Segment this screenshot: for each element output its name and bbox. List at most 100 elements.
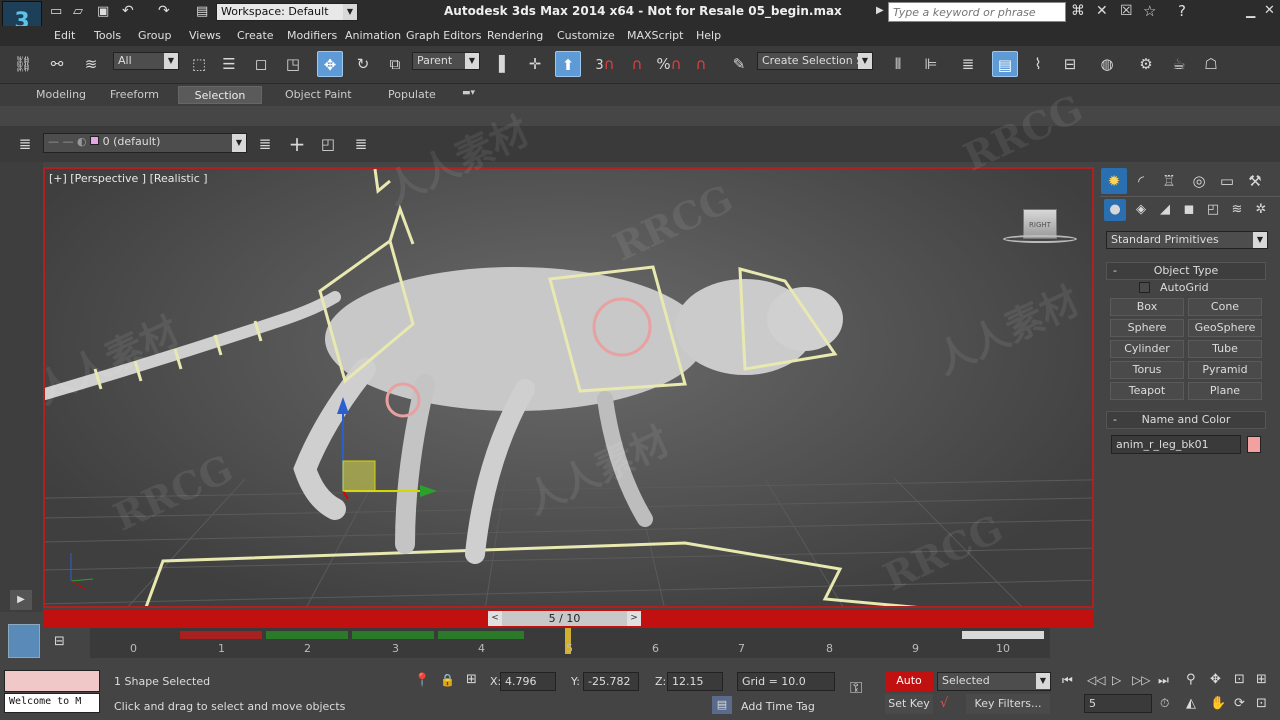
menu-modifiers[interactable]: Modifiers <box>287 29 337 42</box>
modify-tab-icon[interactable]: ◜ <box>1128 168 1154 194</box>
isolate-selection-icon[interactable]: 📍 <box>414 673 430 688</box>
field-of-view-icon[interactable]: ◭ <box>1186 696 1196 711</box>
zoom-extents-icon[interactable]: ⊡ <box>1234 672 1245 687</box>
hierarchy-tab-icon[interactable]: ♖ <box>1156 168 1182 194</box>
tab-object-paint[interactable]: Object Paint <box>285 88 352 101</box>
redo-icon[interactable]: ↷ <box>158 3 170 19</box>
open-file-icon[interactable]: ▱ <box>73 4 83 19</box>
select-and-scale-icon[interactable]: ⧉ <box>382 51 408 77</box>
geometry-icon[interactable]: ● <box>1104 199 1126 221</box>
binoculars-icon[interactable]: ⌘ <box>1071 3 1085 19</box>
next-frame-icon[interactable]: ▷▷ <box>1132 673 1150 687</box>
workspace-dropdown[interactable]: Workspace: Default ▼ <box>216 3 358 21</box>
unlink-icon[interactable]: ⚯ <box>44 51 70 77</box>
default-tangents-icon[interactable]: √ <box>940 696 948 711</box>
menu-group[interactable]: Group <box>138 29 172 42</box>
play-icon[interactable]: ▷ <box>1112 673 1121 687</box>
mirror-icon[interactable]: ⫴ <box>885 51 911 77</box>
time-slider-prev-icon[interactable]: < <box>488 611 502 626</box>
search-input[interactable] <box>888 2 1066 22</box>
select-objects-in-layer-icon[interactable]: ◰ <box>315 131 341 157</box>
systems-icon[interactable]: ✲ <box>1250 199 1272 221</box>
menu-rendering[interactable]: Rendering <box>487 29 543 42</box>
previous-frame-icon[interactable]: ◁◁ <box>1087 673 1105 687</box>
selection-lock-icon[interactable]: 🔒 <box>440 673 455 687</box>
select-by-name-icon[interactable]: ☰ <box>216 51 242 77</box>
minimize-icon[interactable]: ▁ <box>1246 4 1255 18</box>
time-slider-next-icon[interactable]: > <box>627 611 641 626</box>
menu-create[interactable]: Create <box>237 29 274 42</box>
menu-customize[interactable]: Customize <box>557 29 615 42</box>
zoom-icon[interactable]: ⚲ <box>1186 672 1196 687</box>
zoom-all-icon[interactable]: ✥ <box>1210 672 1221 687</box>
spinner-snap-icon[interactable]: ∩ <box>688 51 714 77</box>
search-expand-icon[interactable]: ▶ <box>876 5 884 16</box>
reference-coord-dropdown[interactable]: Parent ▼ <box>412 52 480 70</box>
communication-center-icon[interactable]: ☒ <box>1120 3 1133 19</box>
plane-button[interactable]: Plane <box>1188 382 1262 400</box>
graphite-toggle-icon[interactable]: ▤ <box>992 51 1018 77</box>
utilities-tab-icon[interactable]: ⚒ <box>1242 168 1268 194</box>
percent-snap-icon[interactable]: %∩ <box>656 51 682 77</box>
bind-space-warp-icon[interactable]: ≋ <box>78 51 104 77</box>
perspective-viewport[interactable]: [+] [Perspective ] [Realistic ] RIGHT <box>43 167 1094 608</box>
category-dropdown[interactable]: Standard Primitives ▼ <box>1106 231 1268 249</box>
viewport-thumbnail[interactable] <box>8 624 40 658</box>
time-slider-thumb[interactable]: 5 / 10 <box>502 611 627 626</box>
orbit-icon[interactable]: ⟳ <box>1234 696 1245 711</box>
tube-button[interactable]: Tube <box>1188 340 1262 358</box>
add-time-tag-icon[interactable]: ▤ <box>712 696 732 714</box>
snaps-toggle-icon[interactable]: 3∩ <box>592 51 618 77</box>
menu-animation[interactable]: Animation <box>345 29 401 42</box>
space-warps-icon[interactable]: ≋ <box>1226 199 1248 221</box>
angle-snap-icon[interactable]: ∩ <box>624 51 650 77</box>
add-selection-to-layer-icon[interactable]: + <box>284 131 310 157</box>
tab-selection[interactable]: Selection <box>178 86 262 104</box>
object-name-input[interactable]: anim_r_leg_bk01 <box>1111 435 1241 454</box>
layer-manager-icon[interactable]: ≣ <box>955 51 981 77</box>
sphere-button[interactable]: Sphere <box>1110 319 1184 337</box>
layer-dropdown[interactable]: — — ◐ 0 (default) ▼ <box>43 133 247 153</box>
menu-graph-editors[interactable]: Graph Editors <box>406 29 482 42</box>
maxscript-mini-listener[interactable]: Welcome to M <box>4 693 100 713</box>
favorites-star-icon[interactable]: ☆ <box>1143 2 1156 20</box>
pyramid-button[interactable]: Pyramid <box>1188 361 1262 379</box>
create-tab-icon[interactable]: ✹ <box>1101 168 1127 194</box>
named-selection-set-dropdown[interactable]: Create Selection Se ▼ <box>757 52 873 70</box>
pan-view-icon[interactable]: ✋ <box>1210 696 1226 711</box>
absolute-mode-icon[interactable]: ⊞ <box>466 672 477 687</box>
teapot-button[interactable]: Teapot <box>1110 382 1184 400</box>
rendered-frame-window-icon[interactable]: ☕ <box>1166 51 1192 77</box>
set-key-button[interactable]: Set Key <box>885 694 933 714</box>
zoom-extents-all-icon[interactable]: ⊞ <box>1256 672 1267 687</box>
menu-views[interactable]: Views <box>189 29 221 42</box>
tab-modeling[interactable]: Modeling <box>36 88 86 101</box>
motion-tab-icon[interactable]: ◎ <box>1186 168 1212 194</box>
curve-editor-icon[interactable]: ⌇ <box>1025 51 1051 77</box>
project-folder-icon[interactable]: ▤ <box>196 4 208 19</box>
name-and-color-rollout[interactable]: - Name and Color <box>1106 411 1266 429</box>
edit-named-selection-icon[interactable]: ✎ <box>726 51 752 77</box>
y-coordinate-field[interactable]: -25.782 <box>583 672 639 691</box>
helpers-icon[interactable]: ◰ <box>1202 199 1224 221</box>
render-production-icon[interactable]: ☖ <box>1198 51 1224 77</box>
save-file-icon[interactable]: ▣ <box>97 4 109 19</box>
selection-filter-dropdown[interactable]: All ▼ <box>113 52 179 70</box>
menu-edit[interactable]: Edit <box>54 29 75 42</box>
z-coordinate-field[interactable]: 12.15 <box>667 672 723 691</box>
track-bar[interactable]: 0 1 2 3 4 5 6 7 8 9 10 <box>90 628 1050 658</box>
menu-help[interactable]: Help <box>696 29 721 42</box>
rect-selection-region-icon[interactable]: ◻ <box>248 51 274 77</box>
align-icon[interactable]: ⊫ <box>918 51 944 77</box>
goto-start-icon[interactable]: ⏮ <box>1062 673 1073 688</box>
keyboard-shortcut-override-icon[interactable]: ⬆ <box>555 51 581 77</box>
menu-tools[interactable]: Tools <box>94 29 121 42</box>
current-frame-spinner[interactable]: 5 <box>1084 694 1152 713</box>
shapes-icon[interactable]: ◈ <box>1130 199 1152 221</box>
schematic-view-icon[interactable]: ⊟ <box>1057 51 1083 77</box>
autogrid-checkbox[interactable] <box>1139 282 1150 293</box>
select-and-rotate-icon[interactable]: ↻ <box>350 51 376 77</box>
select-manipulate-icon[interactable]: ✛ <box>522 51 548 77</box>
key-mode-dropdown[interactable]: Selected ▼ <box>937 672 1051 691</box>
tab-freeform[interactable]: Freeform <box>110 88 159 101</box>
